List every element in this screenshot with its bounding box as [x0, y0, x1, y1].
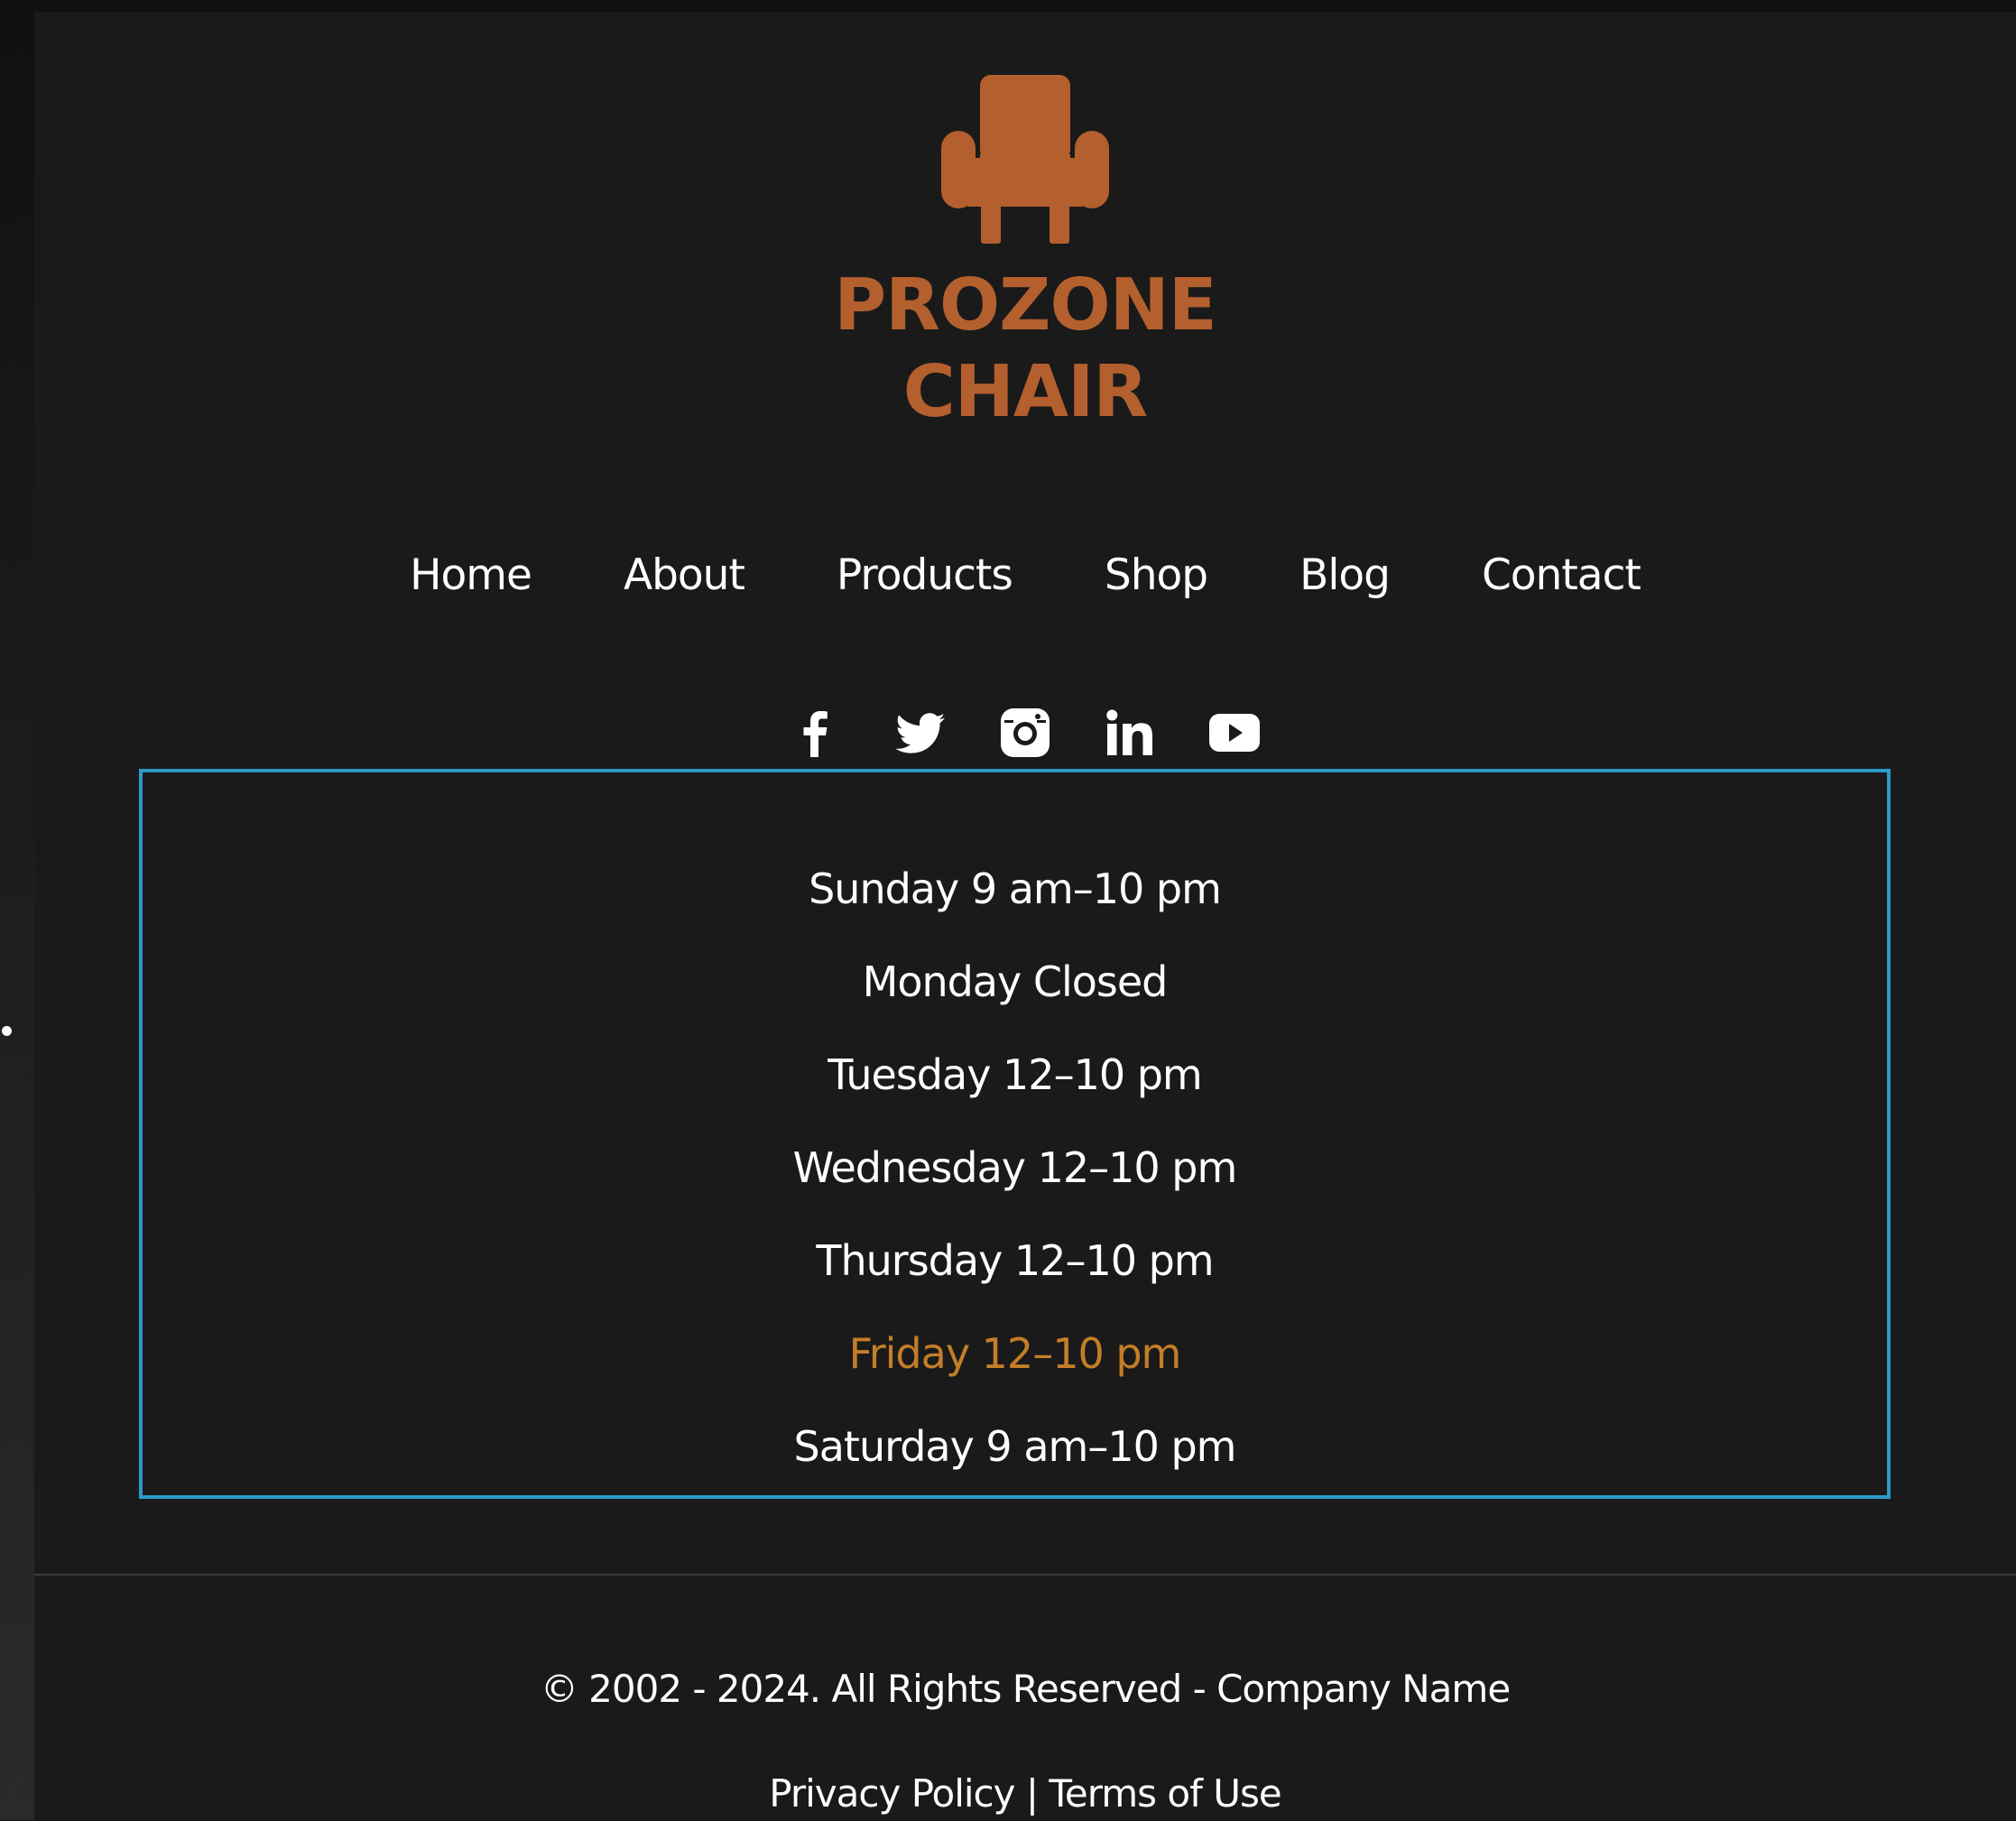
nav-link-products[interactable]: Products — [791, 547, 1059, 605]
brand-logo[interactable]: PROZONE CHAIR — [34, 75, 2016, 435]
terms-of-use-link[interactable]: Terms of Use — [1049, 1771, 1281, 1816]
hours-row-thursday: Thursday 12–10 pm — [816, 1236, 1214, 1285]
youtube-icon[interactable] — [1208, 707, 1261, 759]
hours-row-saturday: Saturday 9 am–10 pm — [793, 1422, 1237, 1471]
instagram-icon[interactable] — [999, 707, 1051, 759]
footer-divider — [34, 1574, 2016, 1576]
brand-name-line2: CHAIR — [902, 350, 1148, 433]
nav-link-about[interactable]: About — [578, 547, 791, 605]
nav-link-shop[interactable]: Shop — [1059, 547, 1253, 605]
nav-link-blog[interactable]: Blog — [1253, 547, 1436, 605]
copyright-text: © 2002 - 2024. All Rights Reserved - Com… — [540, 1667, 1511, 1711]
legal-links: Privacy Policy | Terms of Use — [34, 1767, 2016, 1821]
nav-link-home[interactable]: Home — [364, 547, 578, 605]
brand-name-line1: PROZONE — [834, 263, 1216, 347]
opening-hours: Sunday 9 am–10 pm Monday Closed Tuesday … — [139, 769, 1891, 1499]
privacy-policy-link[interactable]: Privacy Policy — [769, 1771, 1015, 1816]
hours-row-tuesday: Tuesday 12–10 pm — [828, 1050, 1202, 1099]
stray-dot — [2, 1026, 12, 1036]
hours-row-sunday: Sunday 9 am–10 pm — [809, 864, 1222, 913]
hours-row-wednesday: Wednesday 12–10 pm — [792, 1143, 1238, 1192]
social-links — [34, 707, 2016, 759]
hours-row-monday: Monday Closed — [862, 957, 1169, 1006]
nav-link-contact[interactable]: Contact — [1436, 547, 1687, 605]
linkedin-icon[interactable] — [1104, 707, 1156, 759]
twitter-icon[interactable] — [894, 707, 947, 759]
armchair-icon — [941, 75, 1109, 244]
site-footer: PROZONE CHAIR Home About Products Shop B… — [34, 12, 2016, 1820]
facebook-icon[interactable] — [790, 707, 842, 759]
brand-name: PROZONE CHAIR — [34, 262, 2016, 435]
legal-separator: | — [1014, 1771, 1050, 1816]
hours-row-friday-current: Friday 12–10 pm — [848, 1329, 1182, 1378]
footer-nav: Home About Products Shop Blog Contact — [34, 547, 2016, 605]
